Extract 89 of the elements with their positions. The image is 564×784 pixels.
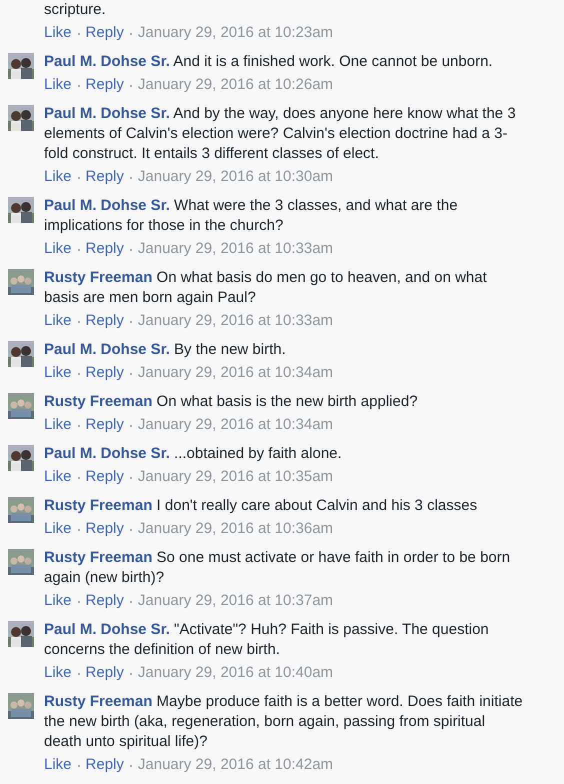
separator-dot-icon: [130, 373, 132, 375]
author-link[interactable]: Rusty Freeman: [44, 497, 152, 514]
reply-link[interactable]: Reply: [86, 755, 124, 775]
author-link[interactable]: Paul M. Dohse Sr.: [44, 197, 170, 214]
like-link[interactable]: Like: [44, 363, 72, 383]
separator-dot-icon: [130, 477, 132, 479]
like-link[interactable]: Like: [44, 415, 72, 435]
separator-dot-icon: [78, 529, 80, 531]
separator-dot-icon: [78, 765, 80, 767]
like-link[interactable]: Like: [44, 755, 72, 775]
like-link[interactable]: Like: [44, 311, 72, 331]
timestamp-link[interactable]: January 29, 2016 at 10:26am: [138, 75, 334, 95]
separator-dot-icon: [78, 673, 80, 675]
author-link[interactable]: Rusty Freeman: [44, 269, 152, 286]
separator-dot-icon: [130, 33, 132, 35]
like-link[interactable]: Like: [44, 663, 72, 683]
timestamp-link[interactable]: January 29, 2016 at 10:33am: [138, 239, 334, 259]
timestamp-link[interactable]: January 29, 2016 at 10:37am: [138, 591, 334, 611]
like-link[interactable]: Like: [44, 591, 72, 611]
separator-dot-icon: [130, 765, 132, 767]
separator-dot-icon: [78, 321, 80, 323]
author-link[interactable]: Paul M. Dohse Sr.: [44, 105, 170, 122]
reply-link[interactable]: Reply: [86, 311, 124, 331]
timestamp-link[interactable]: January 29, 2016 at 10:42am: [138, 755, 334, 775]
comment-text: Paul M. Dohse Sr. What were the 3 classes, and what are the implications for those in the church?: [44, 196, 459, 236]
author-link[interactable]: Rusty Freeman: [44, 549, 152, 566]
author-link[interactable]: Paul M. Dohse Sr.: [44, 621, 170, 638]
timestamp-link[interactable]: January 29, 2016 at 10:35am: [138, 467, 334, 487]
separator-dot-icon: [130, 529, 132, 531]
reply-link[interactable]: Reply: [86, 415, 124, 435]
comment-text: Paul M. Dohse Sr. ...obtained by faith alone.: [44, 444, 343, 464]
separator-dot-icon: [78, 425, 80, 427]
like-link[interactable]: Like: [44, 167, 72, 187]
reply-link[interactable]: Reply: [86, 239, 124, 259]
comment-text: Paul M. Dohse Sr. And by the way, does anyone here know what the 3 elements of Calvin's election were? Calvin's election doctrine had a 3-fold construct. It entails 3 different classes of elect.: [44, 104, 517, 164]
reply-link[interactable]: Reply: [86, 519, 124, 539]
comment-text: Paul M. Dohse Sr. "Activate"? Huh? Faith is passive. The question concerns the definition of new birth.: [44, 620, 490, 660]
separator-dot-icon: [130, 177, 132, 179]
reply-link[interactable]: Reply: [86, 663, 124, 683]
like-link[interactable]: Like: [44, 239, 72, 259]
separator-dot-icon: [130, 249, 132, 251]
separator-dot-icon: [130, 321, 132, 323]
comment-text: Paul M. Dohse Sr. And it is a finished work. One cannot be unborn.: [44, 52, 494, 72]
comment-text: Paul M. Dohse Sr. By the new birth.: [44, 340, 287, 360]
separator-dot-icon: [130, 673, 132, 675]
reply-link[interactable]: Reply: [86, 363, 124, 383]
comment-text: Rusty Freeman On what basis do men go to heaven, and on what basis are men born again Paul?: [44, 268, 488, 308]
separator-dot-icon: [78, 177, 80, 179]
avatar[interactable]: [8, 105, 34, 131]
author-link[interactable]: Rusty Freeman: [44, 393, 152, 410]
timestamp-link[interactable]: January 29, 2016 at 10:34am: [138, 363, 334, 383]
separator-dot-icon: [78, 601, 80, 603]
separator-dot-icon: [78, 477, 80, 479]
separator-dot-icon: [78, 373, 80, 375]
comment-text: Rusty Freeman On what basis is the new birth applied?: [44, 392, 419, 412]
like-link[interactable]: Like: [44, 467, 72, 487]
like-link[interactable]: Like: [44, 23, 72, 43]
avatar[interactable]: [8, 445, 34, 471]
separator-dot-icon: [78, 85, 80, 87]
reply-link[interactable]: Reply: [86, 467, 124, 487]
separator-dot-icon: [130, 425, 132, 427]
timestamp-link[interactable]: January 29, 2016 at 10:36am: [138, 519, 334, 539]
author-link[interactable]: Rusty Freeman: [44, 693, 152, 710]
author-link[interactable]: Paul M. Dohse Sr.: [44, 341, 170, 358]
comment-text: Rusty Freeman So one must activate or have faith in order to be born again (new birth)?: [44, 548, 512, 588]
separator-dot-icon: [130, 85, 132, 87]
comment-text: Rusty Freeman Maybe produce faith is a better word. Does faith initiate the new birth (aka, regeneration, born again, passing from spiritual death unto spiritual life)?: [44, 692, 524, 752]
avatar[interactable]: [8, 341, 34, 367]
timestamp-link[interactable]: January 29, 2016 at 10:23am: [138, 23, 334, 43]
avatar[interactable]: [8, 53, 34, 79]
separator-dot-icon: [78, 33, 80, 35]
timestamp-link[interactable]: January 29, 2016 at 10:30am: [138, 167, 334, 187]
reply-link[interactable]: Reply: [86, 75, 124, 95]
author-link[interactable]: Paul M. Dohse Sr.: [44, 53, 170, 70]
like-link[interactable]: Like: [44, 75, 72, 95]
timestamp-link[interactable]: January 29, 2016 at 10:33am: [138, 311, 334, 331]
separator-dot-icon: [130, 601, 132, 603]
reply-link[interactable]: Reply: [86, 591, 124, 611]
reply-link[interactable]: Reply: [86, 167, 124, 187]
timestamp-link[interactable]: January 29, 2016 at 10:34am: [138, 415, 334, 435]
comment-text: scripture.: [44, 0, 107, 20]
like-link[interactable]: Like: [44, 519, 72, 539]
avatar[interactable]: [8, 197, 34, 223]
author-link[interactable]: Paul M. Dohse Sr.: [44, 445, 170, 462]
comment-text: Rusty Freeman I don't really care about Calvin and his 3 classes: [44, 496, 478, 516]
timestamp-link[interactable]: January 29, 2016 at 10:40am: [138, 663, 334, 683]
reply-link[interactable]: Reply: [86, 23, 124, 43]
separator-dot-icon: [78, 249, 80, 251]
avatar[interactable]: [8, 621, 34, 647]
